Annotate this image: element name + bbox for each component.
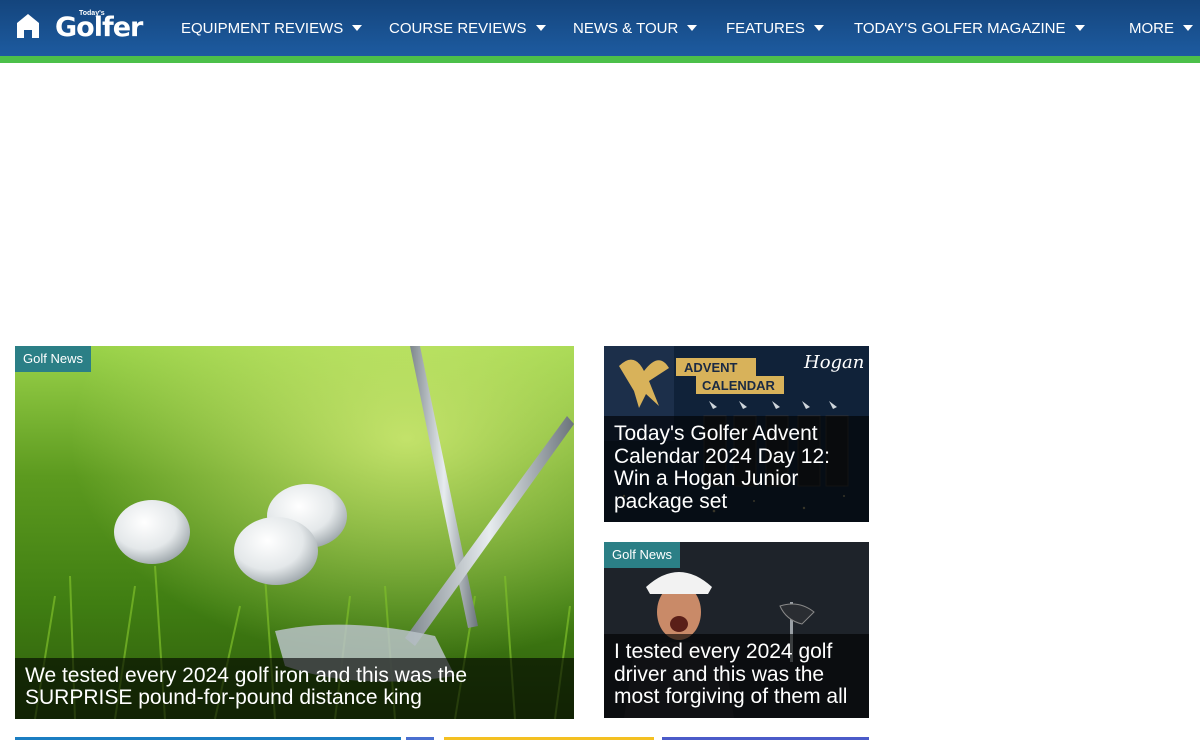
nav-more[interactable]: MORE — [1129, 0, 1193, 56]
chevron-down-icon — [535, 25, 546, 31]
chevron-down-icon — [352, 25, 363, 31]
nav-label: COURSE REVIEWS — [389, 19, 527, 37]
nav-features[interactable]: FEATURES — [726, 0, 824, 56]
category-tag[interactable]: Golf News — [604, 542, 680, 568]
chevron-down-icon — [1183, 25, 1193, 31]
article-title[interactable]: I tested every 2024 golf driver and this… — [604, 634, 869, 718]
featured-article-card[interactable]: Golf News We tested every 2024 golf iron… — [15, 346, 574, 719]
site-logo[interactable]: Today's Golfer — [55, 10, 155, 44]
article-title-overlay: We tested every 2024 golf iron and this … — [15, 658, 574, 719]
nav-news-tour[interactable]: NEWS & TOUR — [573, 0, 698, 56]
nav-label: MORE — [1129, 19, 1174, 37]
chevron-down-icon — [1074, 25, 1085, 31]
nav-label: NEWS & TOUR — [573, 19, 679, 37]
article-title-overlay: Today's Golfer Advent Calendar 2024 Day … — [604, 416, 869, 522]
chevron-down-icon — [813, 25, 824, 31]
home-icon[interactable] — [14, 12, 42, 40]
advent-article-card[interactable]: ADVENT CALENDAR Hogan Today's Golfer Adv… — [604, 346, 869, 522]
advent-label-line2: CALENDAR — [702, 378, 775, 393]
article-title[interactable]: Today's Golfer Advent Calendar 2024 Day … — [604, 416, 869, 522]
nav-equipment-reviews[interactable]: EQUIPMENT REVIEWS — [181, 0, 363, 56]
hogan-logo: Hogan — [804, 352, 865, 373]
nav-todays-golfer-magazine[interactable]: TODAY'S GOLFER MAGAZINE — [854, 0, 1085, 56]
nav-course-reviews[interactable]: COURSE REVIEWS — [389, 0, 546, 56]
chevron-down-icon — [687, 25, 698, 31]
nav-label: FEATURES — [726, 19, 805, 37]
logo-text: Golfer — [55, 12, 143, 43]
nav-label: TODAY'S GOLFER MAGAZINE — [854, 19, 1066, 37]
article-title-overlay: I tested every 2024 golf driver and this… — [604, 634, 869, 718]
nav-label: EQUIPMENT REVIEWS — [181, 19, 344, 37]
article-title[interactable]: We tested every 2024 golf iron and this … — [15, 658, 574, 719]
advent-label-line1: ADVENT — [684, 360, 738, 375]
category-tag[interactable]: Golf News — [15, 346, 91, 372]
driver-article-card[interactable]: Golf News I tested every 2024 golf drive… — [604, 542, 869, 718]
accent-divider — [0, 56, 1200, 63]
